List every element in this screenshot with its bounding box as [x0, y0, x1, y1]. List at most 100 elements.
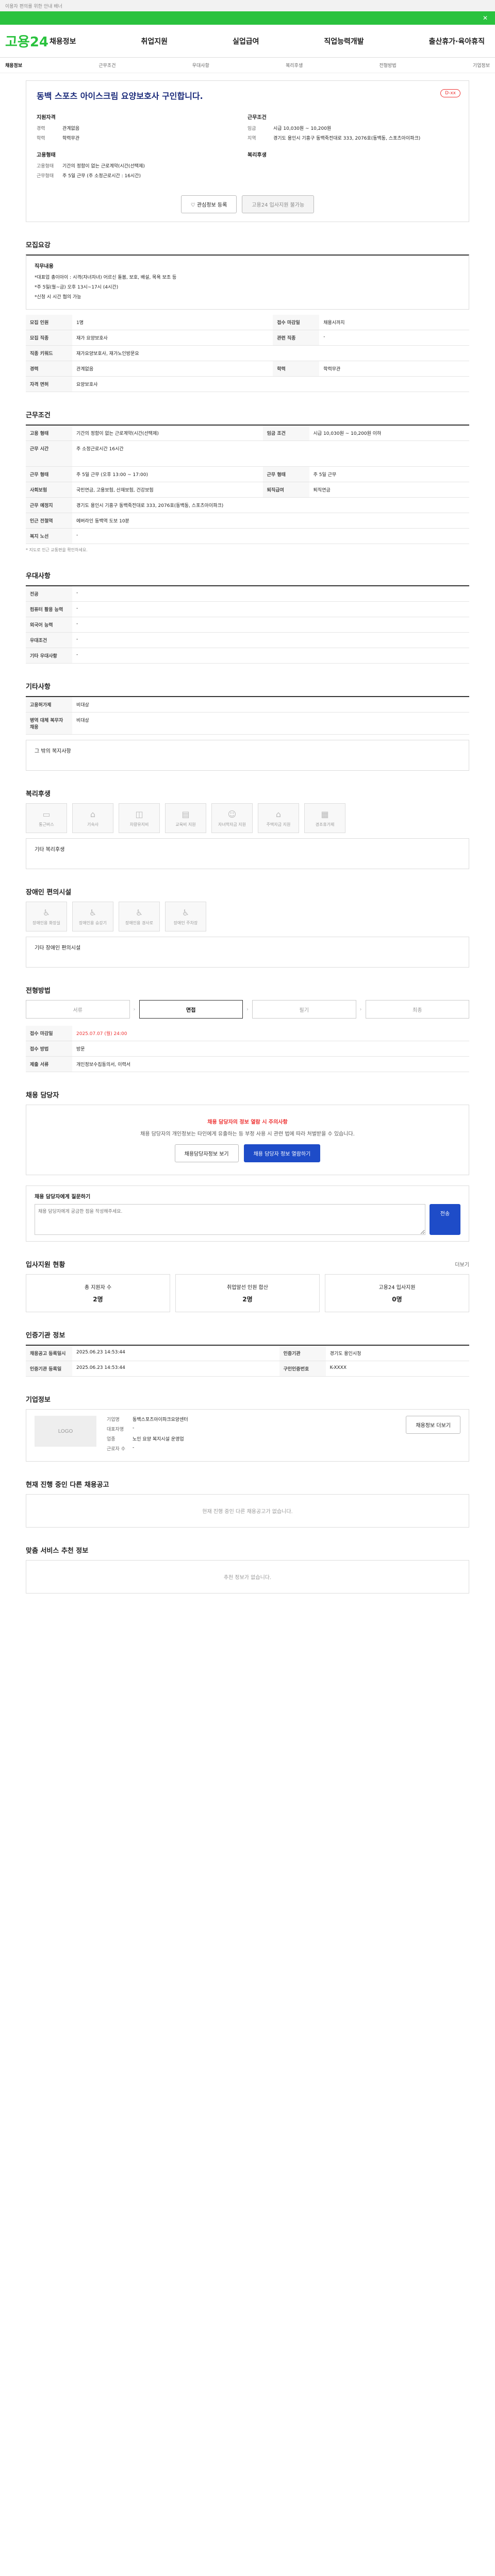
toilet-icon: ♿ — [42, 907, 51, 918]
more-link[interactable]: 더보기 — [455, 1260, 469, 1268]
facility-item: ♿ 장애인용 승강기 — [72, 902, 113, 931]
manager-box: 채용 담당자의 정보 열람 시 주의사항 채용 담당자의 개인정보는 타인에게 … — [26, 1105, 469, 1175]
question-input[interactable] — [35, 1204, 425, 1235]
house-icon: ⌂ — [90, 809, 96, 819]
section-tabs: 채용정보 근무조건 우대사항 복리후생 전형방법 기업정보 — [0, 58, 495, 73]
welfare-item: ⌂ 기숙사 — [72, 803, 113, 833]
question-box: 채용 담당자에게 질문하기 전송 — [26, 1185, 469, 1242]
ongoing-empty: 현재 진행 중인 다른 채용공고가 없습니다. — [26, 1494, 469, 1528]
step-item: 필기 — [252, 1000, 356, 1019]
welfare-item: ▦ 경조휴가제 — [304, 803, 345, 833]
disabled-title: 장애인 편의시설 — [26, 889, 72, 896]
gnb-item-jobs[interactable]: 채용정보 — [50, 36, 76, 46]
welfare-item: ▤ 교육비 지원 — [165, 803, 206, 833]
tab-company[interactable]: 기업정보 — [473, 62, 490, 69]
manager-open-button[interactable]: 채용 담당자 정보 열람하기 — [243, 1144, 321, 1162]
work-title: 근무조건 — [26, 412, 51, 419]
tab-recruit[interactable]: 채용정보 — [5, 62, 22, 69]
welfare-item: ⌂ 주택자금 지원 — [258, 803, 299, 833]
etc-table: 고용허가제 비대상 병역 대체 복무자 채용 비대상 — [26, 696, 469, 735]
close-icon[interactable]: ✕ — [483, 14, 488, 22]
job-summary: 동백 스포츠 아이스크림 요양보호사 구인합니다. D-xx 지원자격 경력 관계… — [26, 80, 469, 222]
ongoing-title: 현재 진행 중인 다른 채용공고 — [26, 1481, 109, 1489]
tab-preference[interactable]: 우대사항 — [192, 62, 209, 69]
heart-icon: ♡ — [190, 202, 197, 208]
ramp-icon: ♿ — [135, 907, 143, 918]
facility-item: ♿ 장애인 주차장 — [165, 902, 206, 931]
status-badge: D-xx — [440, 89, 460, 97]
pref-title: 우대사항 — [26, 572, 51, 580]
facility-item: ♿ 장애인용 화장실 — [26, 902, 67, 931]
calendar-icon: ▦ — [321, 809, 329, 819]
home-loan-icon: ⌂ — [275, 809, 282, 819]
gnb-item-training[interactable]: 직업능력개발 — [324, 36, 364, 46]
etc-title: 기타사항 — [26, 683, 51, 691]
recruit-title: 모집요강 — [26, 242, 51, 249]
recruit-table: 모집 인원 1명 접수 마감일 채용시까지 모집 직종 재가 요양보호사 관련 직종 - 직… — [26, 315, 469, 392]
gnb-item-support[interactable]: 취업지원 — [141, 36, 168, 46]
parking-icon: ♿ — [182, 907, 190, 918]
welfare-head: 복리후생 — [248, 152, 267, 158]
bus-icon: ▭ — [42, 809, 51, 819]
welfare-item: ☺ 자녀학자금 지원 — [211, 803, 253, 833]
top-notice: 이용자 편의를 위한 안내 배너 — [0, 0, 495, 11]
welfare-etc-box: 기타 복리후생 — [26, 838, 469, 869]
authority-title: 인증기관 정보 — [26, 1332, 65, 1340]
apply-status-title: 입사지원 현황 — [26, 1261, 65, 1269]
condition-head: 근무조건 — [248, 115, 267, 121]
promo-banner[interactable]: ✕ — [0, 11, 495, 25]
global-nav: 채용정보 취업지원 실업급여 직업능력개발 출산휴가·육아휴직 — [50, 36, 490, 46]
car-icon: ◫ — [135, 809, 143, 819]
welfare-item: ▭ 통근버스 — [26, 803, 67, 833]
logo[interactable]: 고용24 — [5, 31, 50, 50]
etc-box: 그 밖의 복지사항 — [26, 740, 469, 771]
child-icon: ☺ — [227, 809, 237, 819]
screening-table: 접수 마감일 2025.07.07 (월) 24:00 접수 방법 방문 제출 서류… — [26, 1026, 469, 1072]
tab-screening[interactable]: 전형방법 — [380, 62, 397, 69]
warn-title: 채용 담당자의 정보 열람 시 주의사항 — [207, 1120, 288, 1125]
interest-button[interactable]: ♡ 관심정보 등록 — [180, 195, 237, 213]
welfare-item: ◫ 차량유지비 — [119, 803, 160, 833]
pref-table: 전공 - 컴퓨터 활용 능력 - 외국어 능력 - 우대조건 - 기타 우대사항 - — [26, 585, 469, 664]
company-box: LOGO 기업명 동백스포츠아이파크요양센터 대표자명 - 업종 노인 요양 복지시설… — [26, 1409, 469, 1462]
site-header: 고용24 채용정보 취업지원 실업급여 직업능력개발 출산휴가·육아휴직 — [0, 25, 495, 58]
screening-steps: 서류 › 면접 › 필기 › 최종 — [26, 1000, 469, 1019]
elevator-icon: ♿ — [89, 907, 97, 918]
chevron-right-icon: › — [246, 1006, 249, 1012]
gnb-item-benefit[interactable]: 실업급여 — [233, 36, 259, 46]
company-logo: LOGO — [35, 1416, 96, 1447]
manager-title: 채용 담당자 — [26, 1092, 59, 1099]
tab-conditions[interactable]: 근무조건 — [98, 62, 116, 69]
apply-stats: 총 지원자 수 2명 취업알선 인원 합산 2명 고용24 입사지원 0명 — [26, 1274, 469, 1312]
chevron-right-icon: › — [359, 1006, 362, 1012]
company-title: 기업정보 — [26, 1396, 51, 1404]
disabled-etc-box: 기타 장애인 편의시설 — [26, 937, 469, 968]
welfare-icons: ▭ 통근버스 ⌂ 기숙사 ◫ 차량유지비 ▤ 교육비 지원 ☺ 자녀학자금 지원 ⌂ 주택자… — [26, 803, 469, 833]
similar-title: 맞춤 서비스 추천 정보 — [26, 1547, 89, 1555]
duty-box: 직무내용 *대표업 총이아이 : 시격(자녀자녀) 어르신 돌봄, 보호, 배설… — [26, 255, 469, 310]
facility-item: ♿ 장애인용 경사로 — [119, 902, 160, 931]
gnb-item-leave[interactable]: 출산휴가·육아휴직 — [429, 36, 485, 46]
job-title: 동백 스포츠 아이스크림 요양보호사 구인합니다. — [37, 91, 203, 101]
send-button[interactable]: 전송 — [430, 1204, 460, 1235]
tab-welfare[interactable]: 복리후생 — [286, 62, 303, 69]
work-table: 고용 형태 기간의 정함이 없는 근로계약(시간(선택제) 임금 조건 시급 10,0… — [26, 425, 469, 544]
screening-title: 전형방법 — [26, 987, 51, 995]
similar-empty: 추천 정보가 없습니다. — [26, 1560, 469, 1594]
chevron-right-icon: › — [133, 1006, 136, 1012]
step-item: 최종 — [365, 1000, 469, 1019]
step-item: 서류 — [26, 1000, 130, 1019]
qual-head: 지원자격 — [37, 115, 56, 121]
company-more-button[interactable]: 채용정보 더보기 — [406, 1416, 460, 1434]
book-icon: ▤ — [182, 809, 190, 819]
stat-card: 고용24 입사지원 0명 — [325, 1274, 469, 1312]
stat-card: 총 지원자 수 2명 — [26, 1274, 170, 1312]
stat-card: 취업알선 인원 합산 2명 — [175, 1274, 320, 1312]
welfare-title: 복리후생 — [26, 790, 51, 798]
employ-head: 고용형태 — [37, 152, 56, 158]
disabled-icons: ♿ 장애인용 화장실 ♿ 장애인용 승강기 ♿ 장애인용 경사로 ♿ 장애인 주차장 — [26, 902, 469, 931]
authority-table: 채용공고 등록일시 2025.06.23 14:53:44 인증기관 경기도 용인시청… — [26, 1345, 469, 1377]
apply-button[interactable]: 고용24 입사지원 불가능 — [242, 195, 315, 213]
manager-info-button[interactable]: 채용담당자정보 보기 — [174, 1144, 239, 1162]
step-item: 면접 — [139, 1000, 243, 1019]
